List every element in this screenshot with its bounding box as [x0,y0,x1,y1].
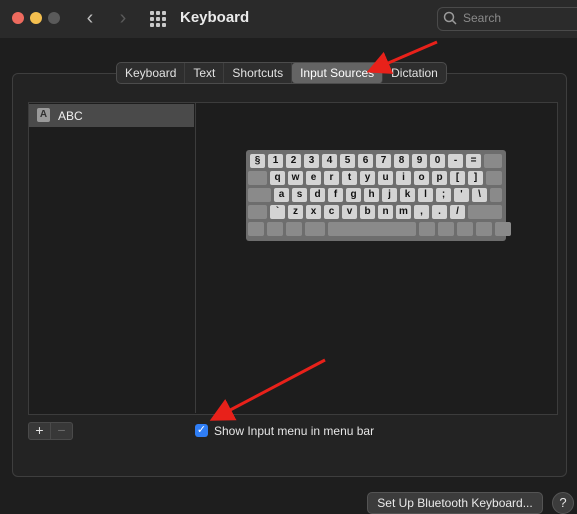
annotation-arrows [209,40,438,421]
annotation-arrow-tab [366,40,438,74]
annotation-arrow-checkbox [209,358,326,421]
